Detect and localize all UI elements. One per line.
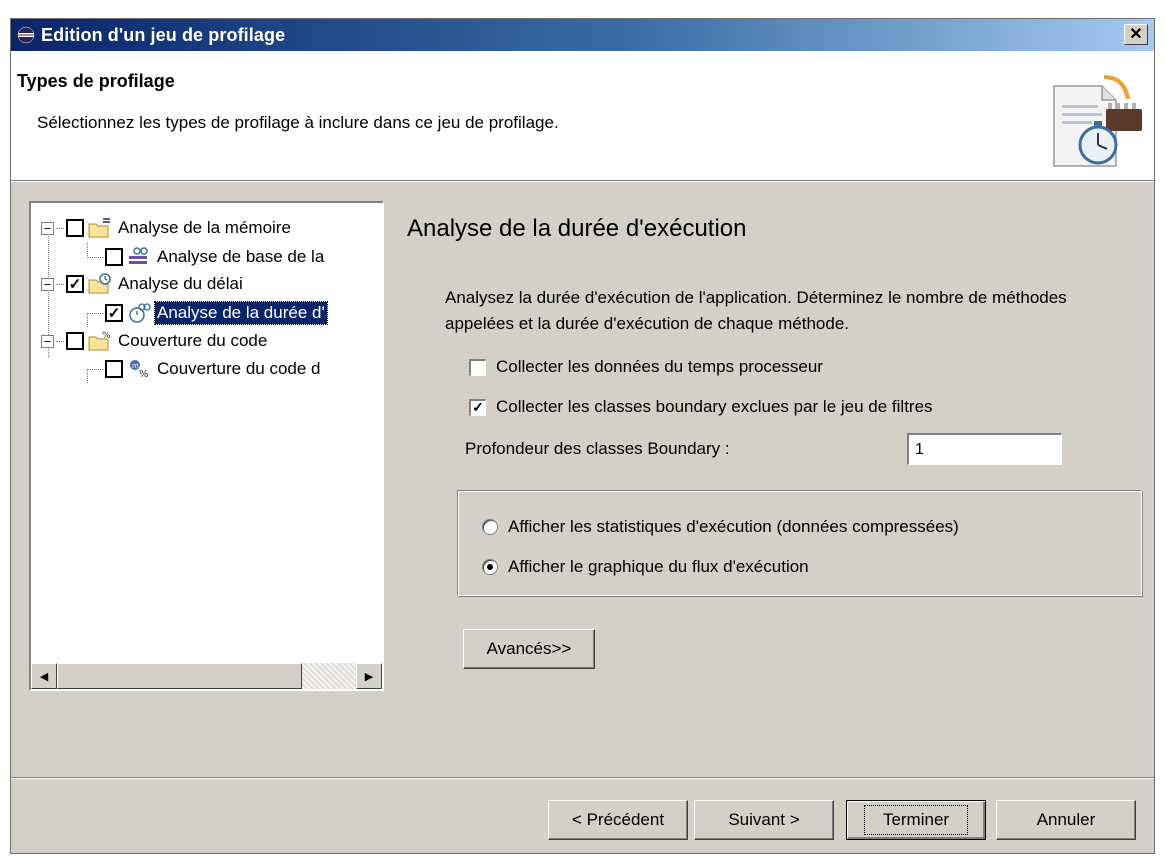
- radio-label: Afficher les statistiques d'exécution (d…: [508, 517, 959, 536]
- boundary-classes-label: Collecter les classes boundary exclues p…: [496, 397, 933, 416]
- detail-title: Analyse de la durée d'exécution: [407, 215, 747, 242]
- tree-checkbox[interactable]: [105, 360, 123, 378]
- scroll-thumb[interactable]: [57, 663, 302, 689]
- code-coverage-icon: m %: [130, 360, 149, 380]
- tree-item-label: Analyse de la mémoire: [118, 218, 291, 237]
- scroll-track[interactable]: [57, 663, 356, 689]
- detail-description: Analysez la durée d'exécution de l'appli…: [445, 288, 1067, 333]
- boundary-depth-input[interactable]: [907, 433, 1062, 465]
- tree-item-label: Couverture du code d: [157, 359, 321, 378]
- svg-text:%: %: [102, 331, 111, 341]
- scroll-right-button[interactable]: ▶: [356, 663, 382, 689]
- close-icon: ✕: [1129, 25, 1143, 43]
- window-title: Edition d'un jeu de profilage: [41, 24, 286, 45]
- boundary-classes-option[interactable]: ✓ Collecter les classes boundary exclues…: [469, 397, 933, 417]
- tree-item-execution-time-analysis[interactable]: ✓ Analyse de la durée d': [87, 299, 328, 327]
- page-description: Sélectionnez les types de profilage à in…: [37, 113, 559, 132]
- memory-analysis-icon: [129, 247, 148, 264]
- tree-item-label: Analyse du délai: [118, 274, 243, 293]
- cpu-time-option[interactable]: Collecter les données du temps processeu…: [469, 357, 823, 377]
- cpu-time-checkbox[interactable]: [469, 358, 486, 376]
- arrow-right-icon: ▶: [364, 670, 374, 683]
- tree-item-label: Couverture du code: [118, 331, 268, 350]
- tree-item-code-coverage[interactable]: − % Couverture du code: [41, 327, 269, 355]
- tree-checkbox[interactable]: ✓: [105, 304, 123, 322]
- tree-checkbox[interactable]: [66, 219, 84, 237]
- profiling-types-tree[interactable]: − Analyse de la mémoire Analyse de base …: [29, 201, 384, 691]
- radio-button[interactable]: [482, 559, 498, 575]
- timing-folder-icon: [88, 273, 111, 294]
- title-bar: Edition d'un jeu de profilage ✕: [11, 19, 1154, 51]
- previous-button[interactable]: < Précédent: [548, 800, 688, 840]
- profiling-wizard-banner-icon: [1053, 75, 1142, 167]
- next-button[interactable]: Suivant >: [694, 800, 834, 840]
- close-button[interactable]: ✕: [1124, 24, 1148, 45]
- collapse-icon[interactable]: −: [41, 277, 54, 291]
- profiling-set-dialog: Edition d'un jeu de profilage ✕ Types de…: [10, 18, 1155, 854]
- tree-item-timing-analysis[interactable]: − ✓ Analyse du délai: [41, 270, 245, 298]
- scroll-left-button[interactable]: ◀: [31, 663, 57, 689]
- coverage-folder-icon: %: [88, 331, 111, 351]
- display-mode-group: Afficher les statistiques d'exécution (d…: [457, 490, 1142, 596]
- radio-label: Afficher le graphique du flux d'exécutio…: [508, 557, 809, 576]
- boundary-depth-label: Profondeur des classes Boundary :: [465, 439, 730, 458]
- eclipse-icon: [17, 26, 35, 44]
- svg-text:m: m: [132, 362, 139, 370]
- radio-execution-flow-graph[interactable]: Afficher le graphique du flux d'exécutio…: [482, 557, 809, 577]
- finish-button[interactable]: Terminer: [846, 800, 986, 840]
- advanced-button[interactable]: Avancés>>: [463, 629, 595, 669]
- tree-item-label: Analyse de base de la: [157, 247, 325, 266]
- tree-item-code-coverage-detail[interactable]: m % Couverture du code d: [87, 355, 323, 383]
- arrow-left-icon: ◀: [39, 670, 49, 683]
- memory-folder-icon: [88, 218, 110, 238]
- tree-item-basic-memory-analysis[interactable]: Analyse de base de la: [87, 243, 326, 271]
- tree-horizontal-scrollbar[interactable]: ◀ ▶: [31, 663, 382, 689]
- tree-item-label: Analyse de la durée d': [154, 301, 328, 325]
- cancel-button[interactable]: Annuler: [996, 800, 1136, 840]
- cpu-time-label: Collecter les données du temps processeu…: [496, 357, 823, 376]
- tree-checkbox[interactable]: [66, 332, 84, 350]
- svg-text:%: %: [139, 369, 149, 380]
- page-title: Types de profilage: [17, 71, 175, 91]
- collapse-icon[interactable]: −: [41, 334, 54, 348]
- tree-item-memory-analysis[interactable]: − Analyse de la mémoire: [41, 214, 293, 242]
- footer-separator: [11, 777, 1154, 779]
- execution-time-icon: [129, 303, 151, 323]
- radio-button[interactable]: [482, 519, 498, 535]
- radio-execution-statistics[interactable]: Afficher les statistiques d'exécution (d…: [482, 517, 959, 537]
- tree-checkbox[interactable]: ✓: [66, 275, 84, 293]
- boundary-classes-checkbox[interactable]: ✓: [469, 398, 486, 416]
- finish-label: Terminer: [863, 805, 969, 835]
- tree-checkbox[interactable]: [105, 248, 123, 266]
- wizard-header: Types de profilage Sélectionnez les type…: [11, 51, 1154, 182]
- collapse-icon[interactable]: −: [41, 221, 54, 235]
